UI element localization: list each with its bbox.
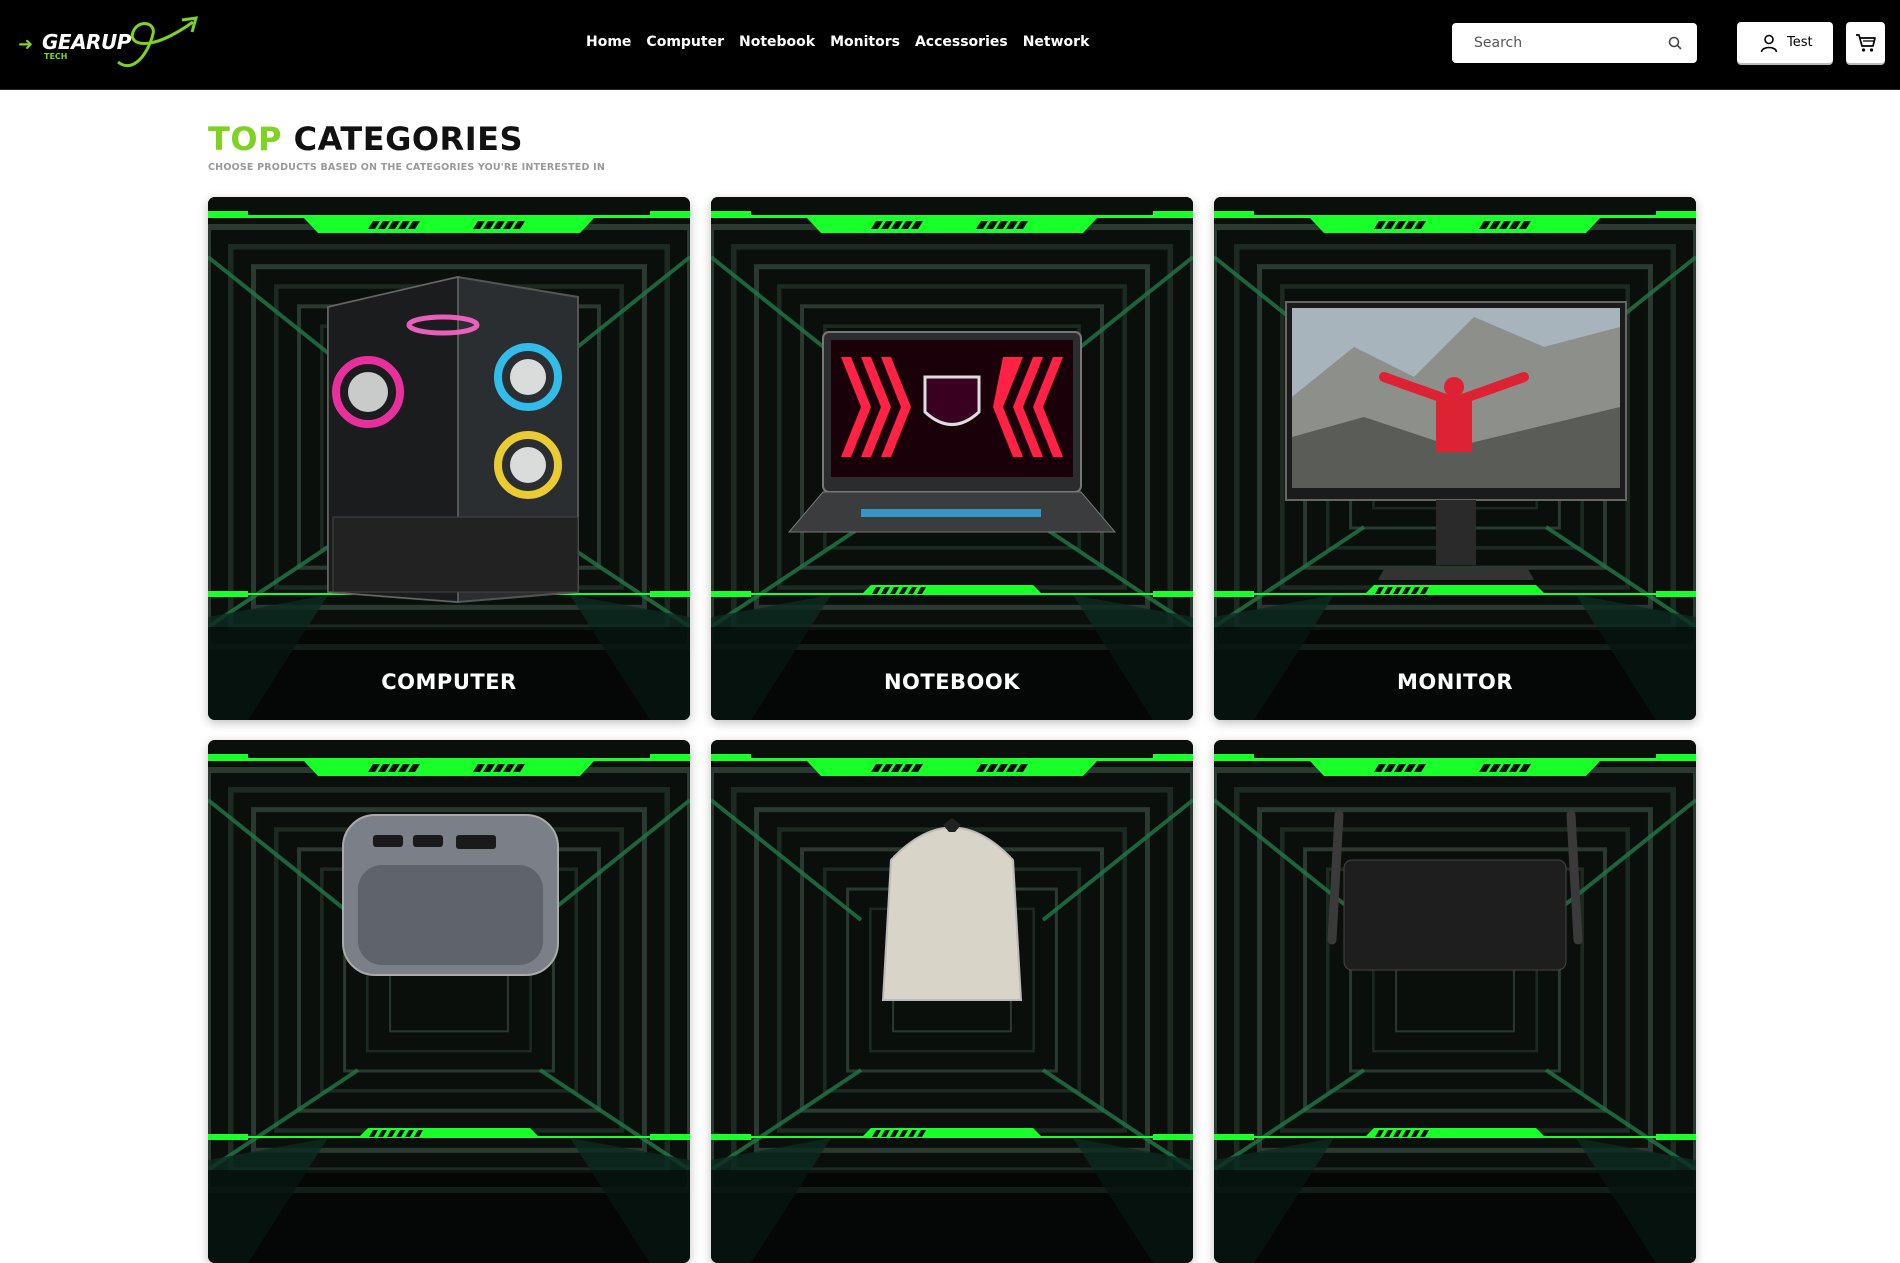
nav-network[interactable]: Network [1023, 30, 1090, 54]
nav-accessories[interactable]: Accessories [915, 30, 1008, 54]
section-title-accent: TOP [208, 120, 282, 158]
user-icon [1760, 34, 1778, 52]
account-button[interactable]: Test [1737, 22, 1833, 63]
search-icon[interactable] [1667, 35, 1683, 51]
search-box [1452, 23, 1697, 63]
monitor-icon [1285, 301, 1627, 580]
laptop-icon [787, 331, 1117, 533]
category-card-computer[interactable]: COMPUTER [208, 197, 690, 720]
logo-subtitle: TECH [44, 52, 68, 61]
logo-arrow-icon: ➜ [18, 34, 34, 55]
site-header: ➜ GEARUP TECH Home Computer Notebook Mon… [0, 0, 1900, 90]
nav-notebook[interactable]: Notebook [739, 30, 815, 54]
category-label: MONITOR [1397, 670, 1513, 694]
site-logo[interactable]: ➜ GEARUP TECH [18, 14, 198, 74]
gaming-chair-icon [881, 818, 1023, 1001]
cart-button[interactable] [1846, 22, 1885, 63]
section-subtitle: CHOOSE PRODUCTS BASED ON THE CATEGORIES … [208, 162, 605, 173]
category-card-gaming-gear[interactable] [711, 740, 1193, 1263]
category-card-notebook[interactable]: NOTEBOOK [711, 197, 1193, 720]
nav-monitors[interactable]: Monitors [830, 30, 900, 54]
category-card-accessories[interactable] [208, 740, 690, 1263]
category-label: NOTEBOOK [883, 670, 1021, 694]
router-icon [1327, 810, 1583, 971]
pc-case-icon [327, 275, 579, 604]
search-input[interactable] [1452, 23, 1662, 63]
category-card-network[interactable] [1214, 740, 1696, 1263]
main-nav: Home Computer Notebook Monitors Accessor… [586, 30, 1104, 54]
category-card-monitor[interactable]: MONITOR [1214, 197, 1696, 720]
account-label: Test [1787, 35, 1813, 50]
nav-computer[interactable]: Computer [646, 30, 724, 54]
nav-home[interactable]: Home [586, 30, 631, 54]
section-title: TOP CATEGORIES [208, 120, 523, 158]
category-label: COMPUTER [381, 670, 517, 694]
cart-icon [1855, 33, 1876, 52]
logo-swoosh-icon [117, 16, 198, 68]
usb-hub-icon [342, 814, 559, 976]
section-title-rest: CATEGORIES [293, 120, 523, 158]
